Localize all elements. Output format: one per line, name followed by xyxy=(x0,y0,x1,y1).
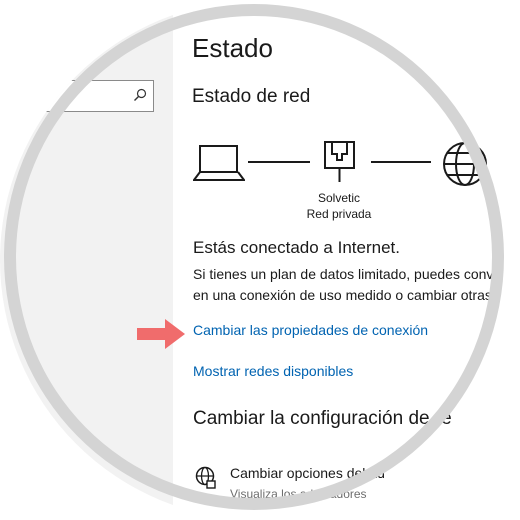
magnifier-view: Estado Estado de red Solvetic Red privad… xyxy=(0,0,520,520)
page-title: Estado xyxy=(192,33,273,63)
search-icon[interactable] xyxy=(133,88,147,102)
connection-line xyxy=(371,161,431,163)
laptop-icon xyxy=(193,145,245,181)
adapter-options-link[interactable]: Cambiar opciones del ad xyxy=(230,465,385,481)
router-icon xyxy=(324,141,355,182)
settings-sidebar xyxy=(0,0,173,520)
settings-content: Estado Estado de red Solvetic Red privad… xyxy=(137,0,520,520)
globe-icon xyxy=(443,142,487,186)
router-name: Solvetic xyxy=(317,191,361,205)
connection-line xyxy=(248,161,310,163)
arrow-icon xyxy=(137,319,185,349)
adapter-options-desc: Visualiza los adaptadores xyxy=(230,487,367,501)
show-available-networks-link[interactable]: Mostrar redes disponibles xyxy=(193,363,353,379)
change-connection-properties-link[interactable]: Cambiar las propiedades de conexión xyxy=(193,322,428,338)
screenshot-stage: Estado Estado de red Solvetic Red privad… xyxy=(0,0,520,520)
router-type: Red privada xyxy=(306,207,372,221)
status-desc-line2: en una conexión de uso medido o cambiar … xyxy=(193,287,492,303)
search-input[interactable] xyxy=(30,80,154,112)
adapter-icon[interactable] xyxy=(195,466,217,490)
status-desc-line1: Si tienes un plan de datos limitado, pue… xyxy=(193,266,494,282)
config-heading: Cambiar la configuración de re xyxy=(193,408,452,429)
section-title: Estado de red xyxy=(192,86,311,107)
status-heading: Estás conectado a Internet. xyxy=(193,238,400,257)
